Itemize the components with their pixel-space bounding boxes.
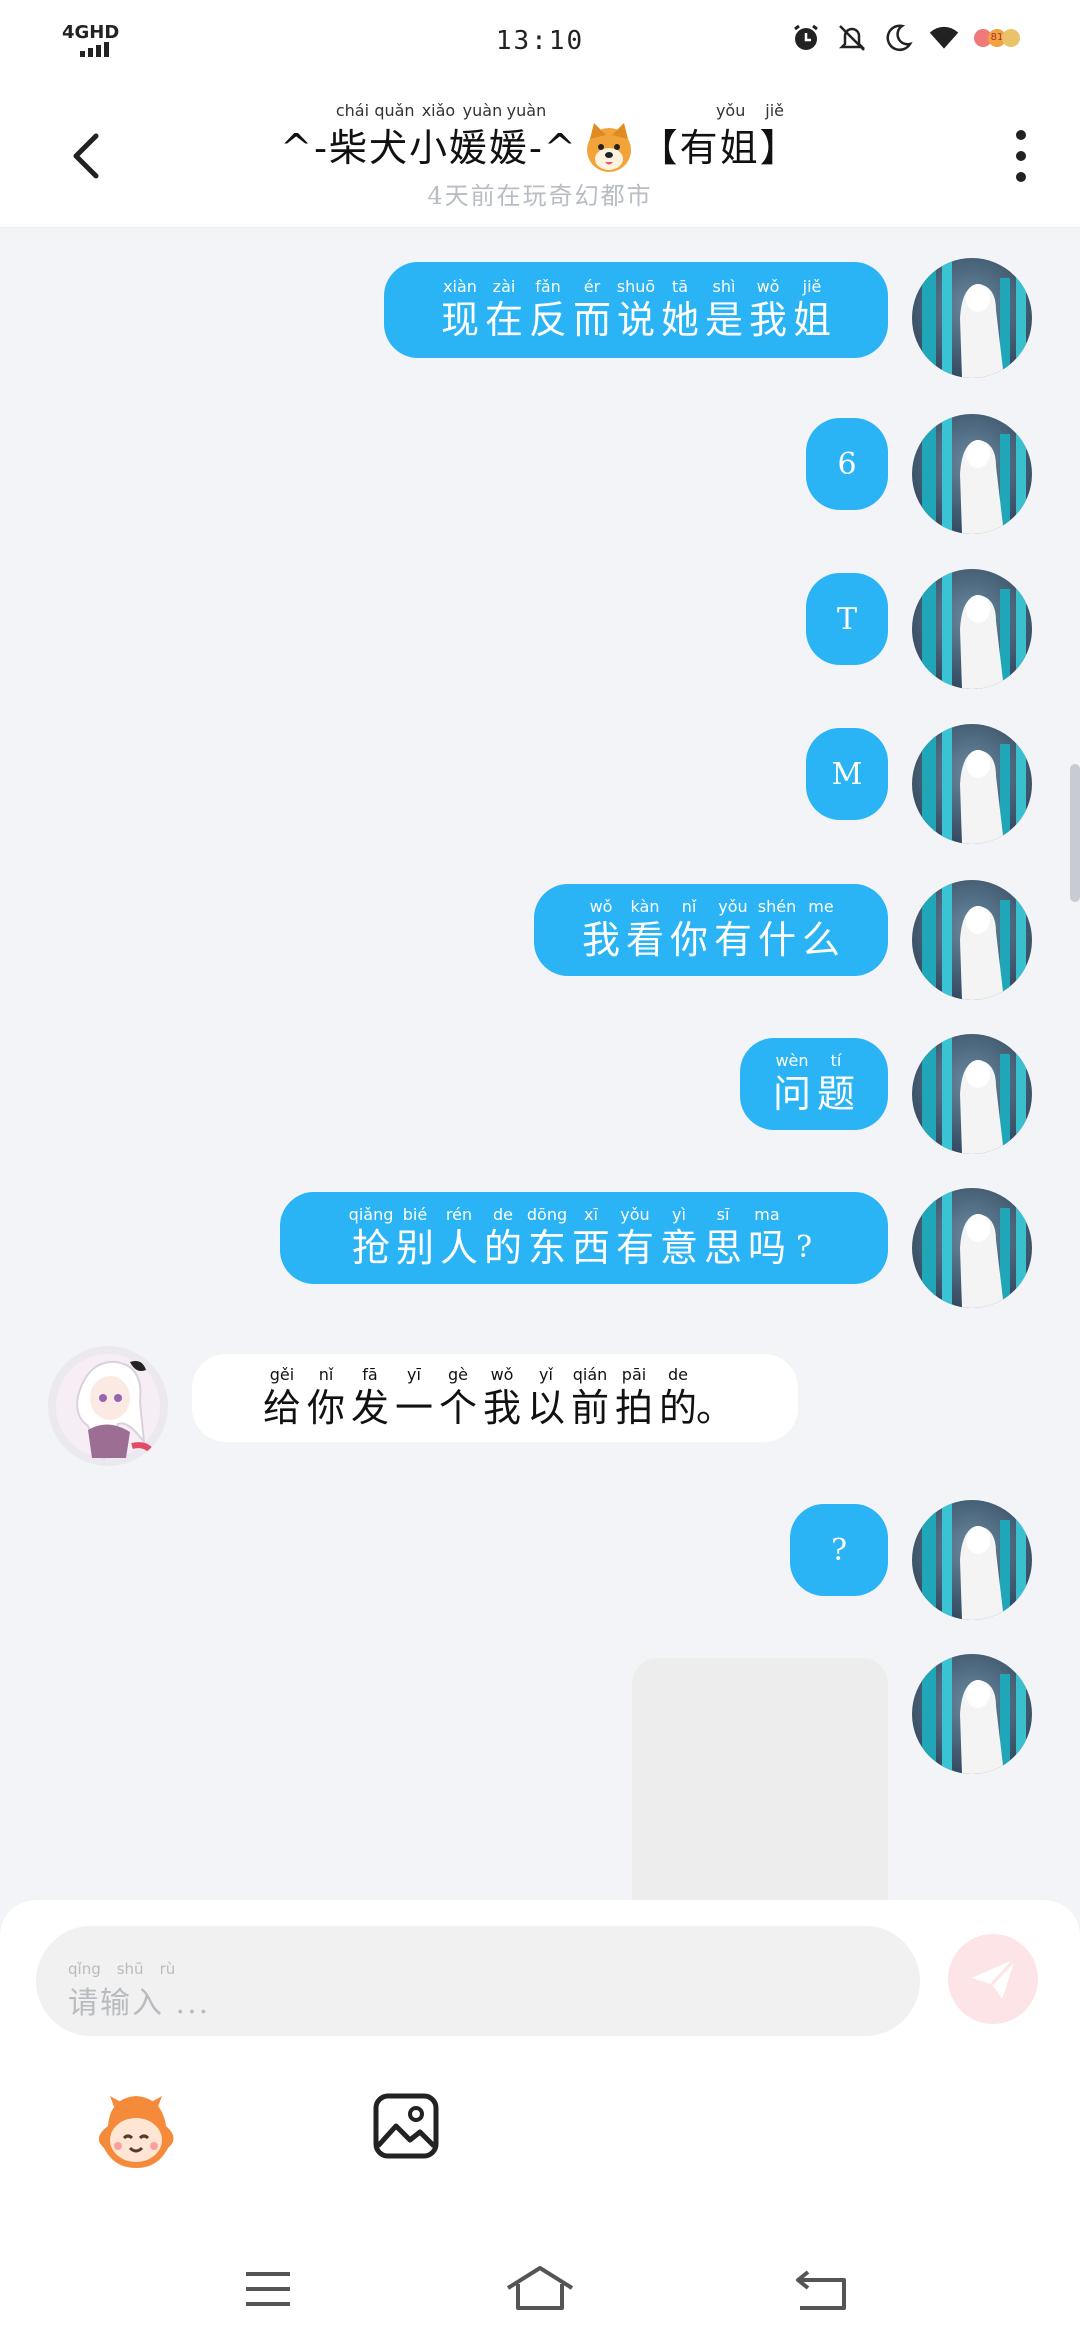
my-avatar[interactable] [912,724,1032,844]
return-icon [796,2270,846,2310]
image-picker-button[interactable] [370,2090,442,2162]
contact-avatar[interactable] [48,1346,168,1466]
my-avatar[interactable] [912,1500,1032,1620]
alarm-icon [794,24,818,50]
message-bubble[interactable]: gěi 给 nǐ 你 fā 发 yī 一 gè 个 wǒ 我 yǐ 以 qián 前 pāi 拍 … [192,1354,798,1442]
composer: qǐng shū rù 请输入 ... [0,1900,1080,2340]
send-icon [971,1958,1016,1999]
wifi-icon [929,26,959,49]
system-nav-bar [0,2240,1080,2340]
message-list[interactable]: xiàn 现 zài 在 fǎn 反 ér 而 shuō 说 tā 她 shì 是 wǒ 我 j… [0,228,1080,1900]
shiba-emoji-icon [586,122,631,172]
message-bubble[interactable]: qiǎng 抢 bié 别 rén 人 de 的 dōng 东 xī 西 yǒu 有 yì 意 … [280,1192,888,1284]
send-button[interactable] [948,1934,1038,2024]
input-placeholder: 请输入 ... [68,1986,211,2021]
my-avatar[interactable] [912,1654,1032,1774]
message-bubble[interactable]: T [806,573,888,665]
more-options-button[interactable] [1006,126,1036,186]
my-avatar[interactable] [912,414,1032,534]
contact-name: ^-柴犬小媛媛-^ [280,126,578,170]
title-pinyin: chái quǎn xiǎo yuàn yuàn yǒu jiě [335,101,784,120]
message-bubble[interactable]: M [806,728,888,820]
my-avatar[interactable] [912,258,1032,378]
battery-icon: 81 [974,29,1020,47]
message-input[interactable]: qǐng shū rù 请输入 ... [36,1926,920,2036]
message-bubble[interactable]: xiàn 现 zài 在 fǎn 反 ér 而 shuō 说 tā 她 shì 是 wǒ 我 j… [384,262,888,358]
image-icon [373,2093,439,2159]
menu-icon [246,2272,290,2306]
character-sticker-icon [98,2096,174,2168]
my-avatar[interactable] [912,880,1032,1000]
chat-header: chái quǎn xiǎo yuàn yuàn yǒu jiě ^-柴犬小媛媛-^ 【有姐… [0,80,1080,228]
image-message-placeholder[interactable] [632,1658,888,1900]
return-button[interactable] [786,2262,858,2316]
my-avatar[interactable] [912,569,1032,689]
last-active-status: 4天前在玩奇幻都市 [427,182,653,210]
moon-icon [886,24,913,51]
chat-title: ^-柴犬小媛媛-^ 【有姐】 [0,122,1080,174]
mute-bell-icon [838,25,866,51]
message-bubble[interactable]: wèn 问 tí 题 [740,1038,888,1130]
chat-title-block: chái quǎn xiǎo yuàn yuàn yǒu jiě ^-柴犬小媛媛-^ 【有姐… [0,100,1080,211]
sticker-button[interactable] [88,2086,184,2182]
my-avatar[interactable] [912,1188,1032,1308]
more-vertical-icon [1016,130,1026,140]
message-bubble[interactable]: ? [790,1504,888,1596]
message-bubble[interactable]: 6 [806,418,888,510]
scrollbar[interactable] [1070,764,1080,902]
input-placeholder-pinyin: qǐng shū rù [68,1960,176,1978]
contact-tag: 【有姐】 [639,126,800,170]
message-bubble[interactable]: wǒ 我 kàn 看 nǐ 你 yǒu 有 shén 什 me 么 [534,884,888,976]
my-avatar[interactable] [912,1034,1032,1154]
home-icon [506,2266,574,2310]
home-button[interactable] [504,2262,576,2316]
menu-button[interactable] [232,2262,304,2316]
status-bar: 4GHD 13:10 81 [0,0,1080,80]
